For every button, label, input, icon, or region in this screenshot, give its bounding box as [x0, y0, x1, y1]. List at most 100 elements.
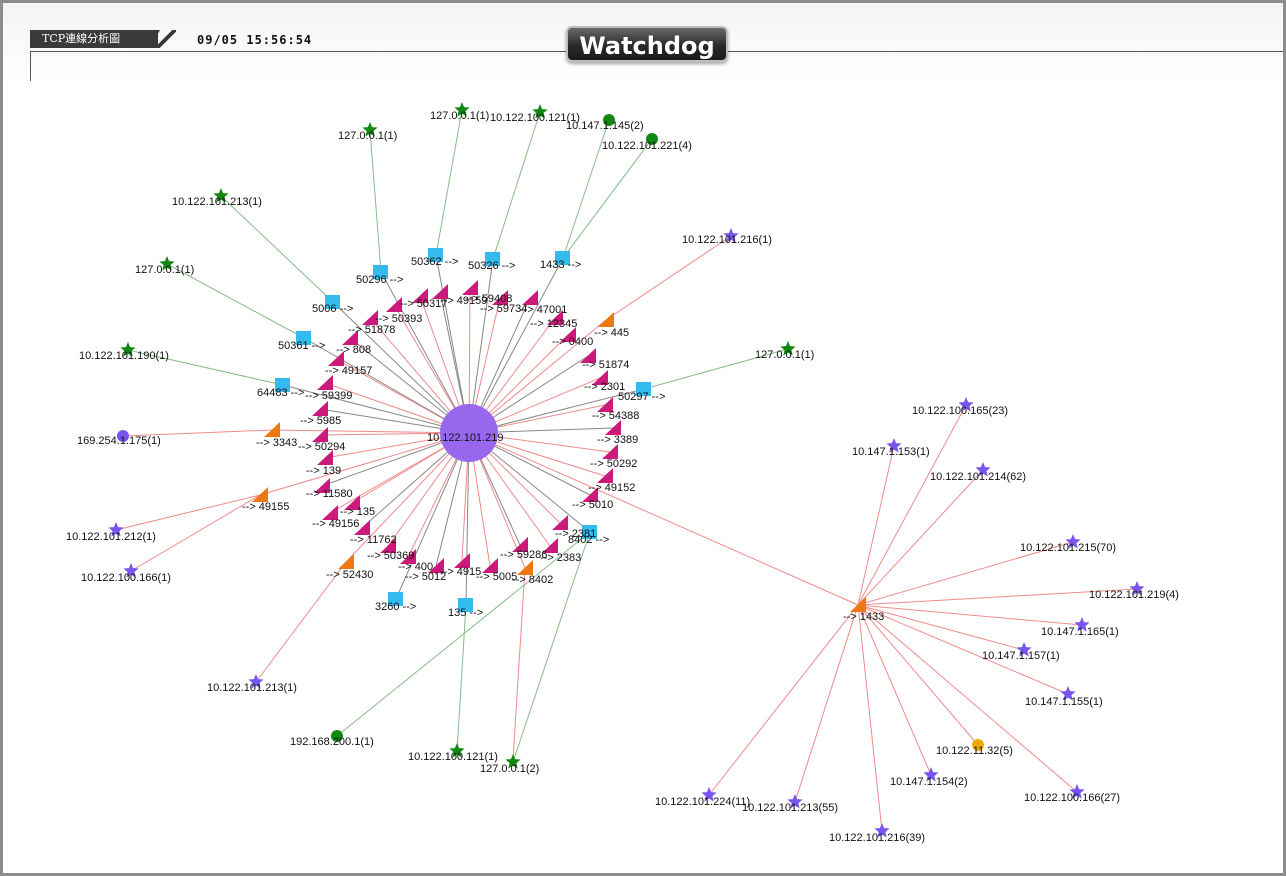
connection-edge: [857, 445, 895, 606]
node-label: 10.122.101.190(1): [79, 350, 169, 362]
node-label: 10.122.101.216(1): [682, 234, 772, 246]
node-label: --> 59286: [500, 549, 547, 561]
node-label: 127.0.0.1(1): [430, 110, 489, 122]
node-label: 127.0.0.1(1): [338, 130, 397, 142]
node-label: 10.122.101.219(4): [1089, 589, 1179, 601]
connection-edge: [857, 604, 932, 776]
node-label: --> 50393: [375, 313, 422, 325]
node-label: 10.147.1.145(2): [566, 120, 644, 132]
node-label: --> 1433: [843, 611, 884, 623]
node-label: 127.0.0.1(1): [135, 264, 194, 276]
node-label: 50296 -->: [356, 274, 403, 286]
node-label: 10.122.100.121(1): [408, 751, 498, 763]
node-label: --> 11762: [350, 534, 397, 546]
node-label: --> 400: [398, 561, 433, 573]
connection-edge: [857, 604, 1083, 626]
node-label: 50362 -->: [411, 256, 458, 268]
node-label: --> 0400: [552, 336, 593, 348]
node-label: 10.147.1.165(1): [1041, 626, 1119, 638]
node-label: 192.168.200.1(1): [290, 736, 374, 748]
node-label: --> 135: [340, 506, 375, 518]
node-label: 10.122.11.32(5): [936, 745, 1013, 757]
node-label: 3260 -->: [375, 601, 416, 613]
node-label: 50297 -->: [618, 391, 665, 403]
node-label: --> 59399: [305, 390, 352, 402]
node-label: 10.122.100.166(27): [1024, 792, 1120, 804]
node-label: --> 47001: [520, 304, 567, 316]
node-label: 5006 -->: [312, 303, 353, 315]
connection-edge: [456, 604, 467, 752]
node-label: --> 49157: [325, 365, 372, 377]
connection-edge: [468, 257, 564, 434]
node-label: 10.122.101.216(39): [829, 832, 925, 844]
node-label: 64483 -->: [257, 387, 304, 399]
node-label: --> 808: [336, 344, 371, 356]
node-label: 10.147.1.154(2): [890, 776, 968, 788]
node-label: --> 50294: [298, 441, 345, 453]
node-label: 169.254.1.175(1): [77, 435, 161, 447]
port-triangle-icon[interactable]: [312, 427, 328, 442]
connection-edge: [857, 604, 979, 746]
port-triangle-icon[interactable]: [264, 422, 280, 437]
node-label: 8402 -->: [568, 534, 609, 546]
connection-edge: [857, 604, 883, 832]
port-triangle-icon[interactable]: [605, 420, 621, 435]
node-label: --> 5010: [572, 499, 613, 511]
node-label: 10.122.101.215(70): [1020, 542, 1116, 554]
node-label: 10.122.101.219: [427, 432, 503, 444]
port-triangle-icon[interactable]: [252, 487, 268, 502]
connection-edge: [857, 404, 967, 606]
node-label: 10.122.101.224(11): [655, 796, 750, 808]
node-label: --> 51878: [348, 324, 395, 336]
node-label: --> 8402: [512, 574, 553, 586]
node-label: 127.0.0.1(1): [755, 349, 814, 361]
node-label: 10.122.100.165(23): [912, 405, 1008, 417]
tcp-connection-graph[interactable]: 10.122.101.219--> 1433--> 50317--> 49159…: [0, 0, 1286, 876]
connection-edge: [435, 109, 463, 256]
node-label: 10.122.101.213(55): [742, 802, 838, 814]
connection-edge: [794, 604, 859, 803]
connection-edge: [562, 138, 653, 259]
node-label: 10.147.1.155(1): [1025, 696, 1103, 708]
node-label: 10.147.1.157(1): [982, 650, 1060, 662]
port-triangle-icon[interactable]: [312, 401, 328, 416]
node-label: --> 12345: [530, 318, 577, 330]
node-label: 10.122.101.214(62): [930, 471, 1026, 483]
connection-edge: [708, 604, 859, 796]
node-label: --> 52430: [326, 569, 373, 581]
node-label: --> 5985: [300, 415, 341, 427]
node-label: 10.122.100.166(1): [81, 572, 171, 584]
node-label: 10.122.101.212(1): [66, 531, 156, 543]
node-label: 135 -->: [448, 607, 483, 619]
node-label: --> 445: [594, 327, 629, 339]
connection-edge: [492, 111, 541, 260]
port-triangle-icon[interactable]: [597, 468, 613, 483]
node-label: 127.0.0.1(2): [480, 763, 539, 775]
connection-edge: [605, 235, 732, 321]
node-label: 10.122.101.221(4): [602, 140, 692, 152]
connection-edge: [369, 129, 382, 273]
node-label: --> 50292: [590, 458, 637, 470]
port-triangle-icon[interactable]: [317, 375, 333, 390]
port-triangle-icon[interactable]: [517, 560, 533, 575]
node-label: 50361 -->: [278, 340, 325, 352]
node-label: --> 139: [306, 465, 341, 477]
node-label: --> 3389: [597, 434, 638, 446]
node-label: --> 50369: [367, 550, 414, 562]
node-label: --> 54388: [592, 410, 639, 422]
port-triangle-icon[interactable]: [338, 554, 354, 569]
node-label: --> 49156: [312, 518, 359, 530]
connection-edge: [115, 494, 261, 531]
node-label: 10.122.101.213(1): [172, 196, 262, 208]
node-label: --> 11580: [306, 488, 353, 500]
port-triangle-icon[interactable]: [598, 312, 614, 327]
node-label: 1433 -->: [540, 259, 581, 271]
node-label: 10.147.1.153(1): [852, 446, 930, 458]
node-label: --> 49155: [242, 501, 289, 513]
node-label: --> 51874: [582, 359, 629, 371]
node-label: --> 3343: [256, 437, 297, 449]
node-label: 50326 -->: [468, 260, 515, 272]
connection-edge: [220, 195, 334, 303]
node-label: 10.122.101.213(1): [207, 682, 297, 694]
node-label: --> 49152: [588, 482, 635, 494]
